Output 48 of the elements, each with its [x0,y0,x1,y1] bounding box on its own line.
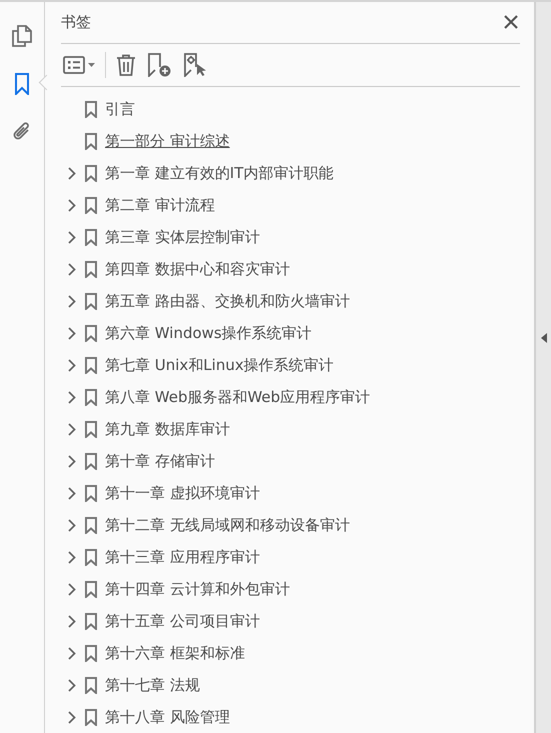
bookmark-item[interactable]: 第四章 数据中心和容灾审计 [105,260,290,278]
bookmark-icon [85,708,97,726]
delete-button[interactable] [114,52,138,78]
pages-icon [12,25,32,47]
bookmark-item[interactable]: 第十二章 无线局域网和移动设备审计 [105,516,350,534]
bookmark-item[interactable]: 第六章 Windows操作系统审计 [105,324,312,342]
bookmark-icon [85,132,97,150]
bookmark-icon [85,548,97,566]
bookmark-item[interactable]: 第二章 审计流程 [105,196,215,214]
bookmark-item[interactable]: 第九章 数据库审计 [105,420,230,438]
bookmark-icon [85,196,97,214]
bookmark-item[interactable]: 第十四章 云计算和外包审计 [105,580,290,598]
bookmark-item[interactable]: 第十五章 公司项目审计 [105,612,260,630]
caret-icon [88,62,95,67]
bookmark-icon [15,73,29,95]
options-button[interactable] [61,54,97,76]
bookmark-icon [85,644,97,662]
bookmark-icon [85,484,97,502]
bookmark-item[interactable]: 引言 [105,100,135,118]
bookmark-icon [85,292,97,310]
bookmark-item[interactable]: 第八章 Web服务器和Web应用程序审计 [105,388,370,406]
close-button[interactable] [502,13,520,32]
bookmark-item[interactable]: 第十一章 虚拟环境审计 [105,484,260,502]
panel-title: 书签 [61,12,91,32]
bookmark-icon [85,676,97,694]
bookmark-icon [85,228,97,246]
collapse-icon[interactable] [540,332,546,342]
bookmark-icon [85,420,97,438]
bookmark-item[interactable]: 第七章 Unix和Linux操作系统审计 [105,356,334,374]
bookmark-item[interactable]: 第十三章 应用程序审计 [105,548,260,566]
bookmark-icon [85,324,97,342]
bookmark-icon [85,164,97,182]
bookmark-item[interactable]: 第十七章 法规 [105,676,200,694]
bookmark-item[interactable]: 第一部分 审计综述 [105,132,230,150]
bookmark-icon [85,452,97,470]
bookmark-item[interactable]: 第三章 实体层控制审计 [105,228,260,246]
bookmark-icon [85,260,97,278]
bookmark-item[interactable]: 第十六章 框架和标准 [105,644,245,662]
bookmark-icon [85,516,97,534]
bookmark-icon [85,612,97,630]
bookmark-icon [85,388,97,406]
bookmark-item[interactable]: 第五章 路由器、交换机和防火墙审计 [105,292,350,310]
bookmark-icon [85,580,97,598]
bookmark-item[interactable]: 第十八章 风险管理 [105,708,230,726]
bookmark-item[interactable]: 第一章 建立有效的IT内部审计职能 [105,164,334,182]
bookmark-icon [85,100,97,118]
bookmark-item[interactable]: 第十章 存储审计 [105,452,215,470]
bookmark-icon [85,356,97,374]
